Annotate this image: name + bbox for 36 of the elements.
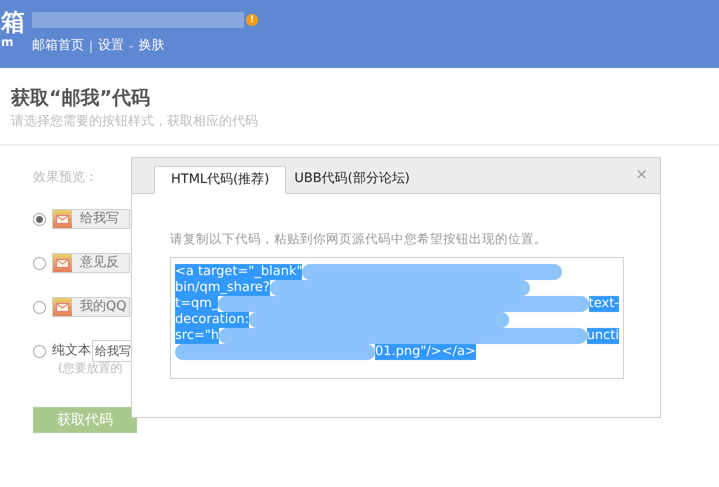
mail-button[interactable]: 给我写 xyxy=(52,209,130,229)
envelope-icon xyxy=(53,254,72,272)
code-text: t=qm_ xyxy=(175,296,218,312)
code-text: src="h xyxy=(175,328,220,344)
instruction-text: 请复制以下代码，粘贴到你网页源代码中您希望按钮出现的位置。 xyxy=(170,230,548,248)
radio-button[interactable] xyxy=(33,344,46,358)
page-subtitle: 请选择您需要的按钮样式，获取相应的代码 xyxy=(11,113,259,131)
nav-separator: - xyxy=(129,38,134,55)
nav-link[interactable]: 设置 xyxy=(98,36,124,56)
code-text: <a target="_blank" xyxy=(175,264,302,280)
logo-text: m xyxy=(1,36,15,48)
radio-button[interactable] xyxy=(33,212,46,226)
code-textarea[interactable]: <a target="_blank" bin/qm_share? t=qm_ text- decoration: src="h uncti 01.png"/></a> xyxy=(170,256,624,379)
code-text: uncti xyxy=(586,328,619,344)
radio-button[interactable] xyxy=(33,300,46,314)
code-text: text- xyxy=(588,296,619,312)
page-title: 获取“邮我”代码 xyxy=(11,86,151,111)
logo-text: 箱 xyxy=(1,8,24,36)
option-label: 纯文本 xyxy=(52,342,91,360)
dialog-tab[interactable]: UBB代码(部分论坛) xyxy=(286,165,418,193)
radio-button[interactable] xyxy=(33,256,46,270)
mail-button[interactable]: 我的QQ xyxy=(52,297,130,317)
alert-icon: ! xyxy=(246,14,258,26)
mail-button[interactable]: 意见反 xyxy=(52,253,130,273)
code-text: 01.png"/></a> xyxy=(375,344,476,360)
nav-link[interactable]: 换肤 xyxy=(138,36,164,56)
note-text: (您要放置的 xyxy=(57,360,124,377)
code-text: decoration: xyxy=(175,312,249,328)
dialog-tab[interactable]: HTML代码(推荐) xyxy=(154,166,286,194)
envelope-icon xyxy=(53,298,72,316)
envelope-icon xyxy=(53,210,72,228)
close-button[interactable]: × xyxy=(635,167,648,182)
preview-label: 效果预览： xyxy=(33,168,98,186)
nav-link[interactable]: 邮箱首页 xyxy=(32,36,84,56)
code-text: bin/qm_share? xyxy=(175,280,270,296)
nav-separator: | xyxy=(89,38,94,55)
